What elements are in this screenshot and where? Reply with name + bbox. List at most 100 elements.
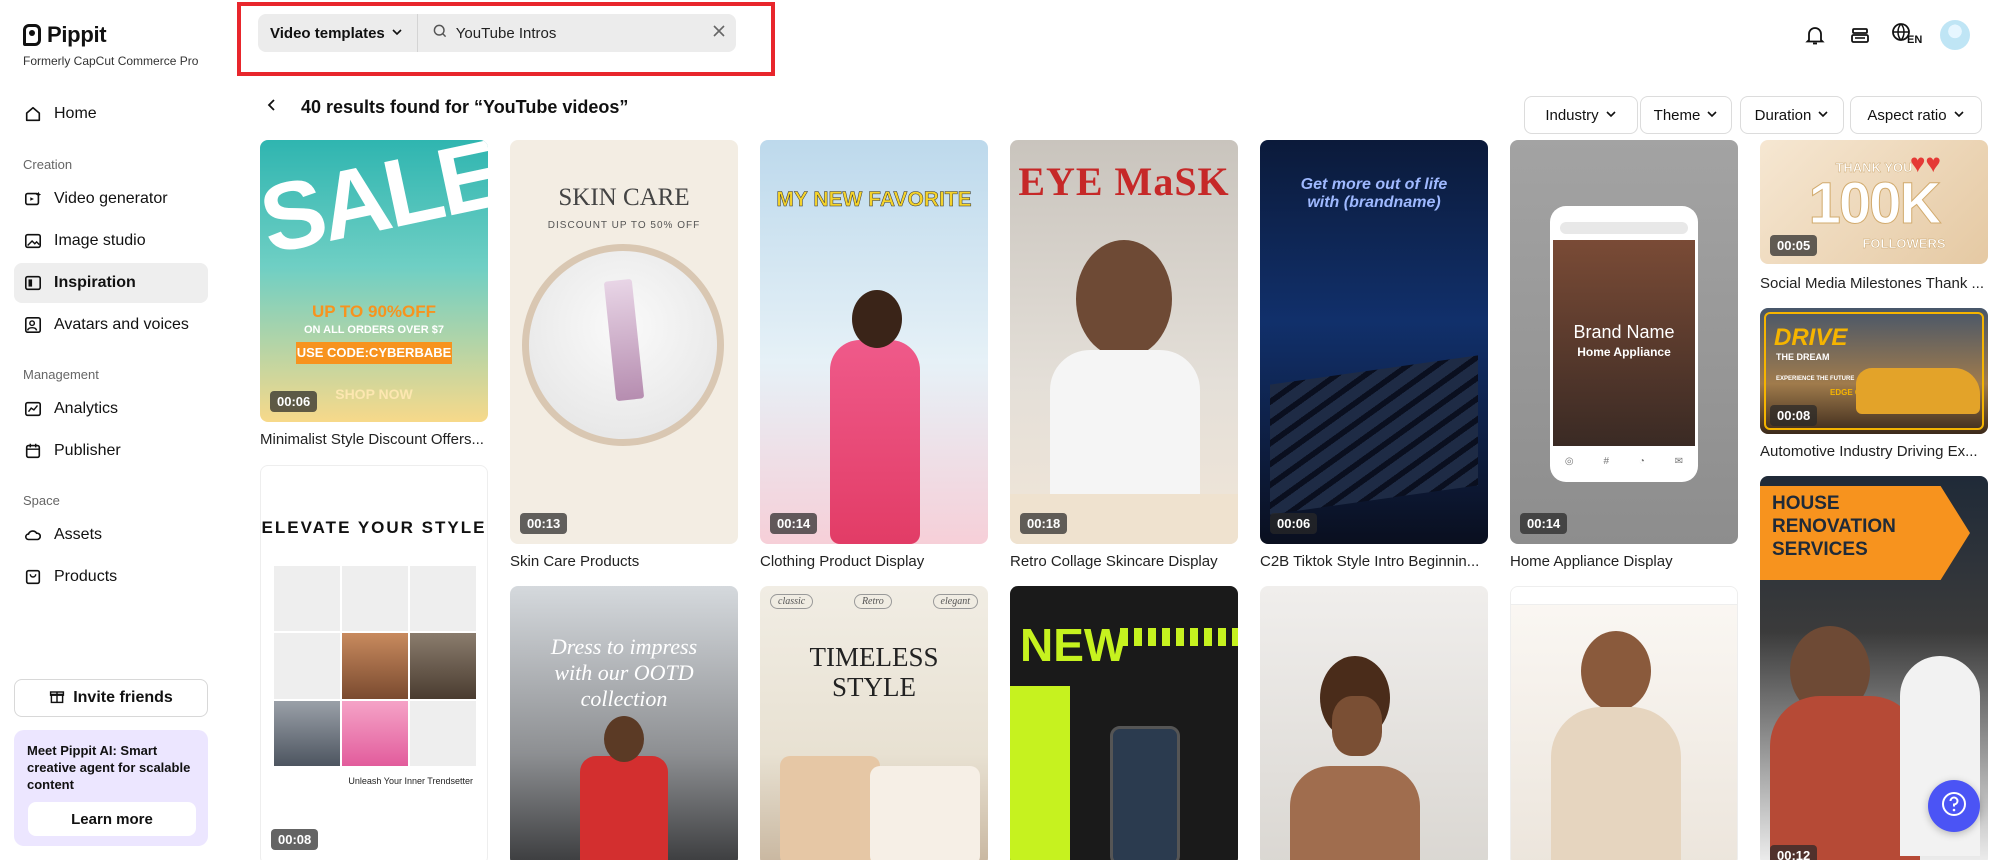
template-card[interactable]: ELEVATE YOUR STYLE Unleash Your Inner Tr… (260, 465, 488, 860)
language-code: EN (1907, 34, 1923, 46)
card-overlay-text: DRIVE (1774, 324, 1848, 351)
brand-subtitle: Formerly CapCut Commerce Pro (23, 54, 199, 68)
template-type-label: Video templates (270, 24, 385, 42)
filter-industry[interactable]: Industry (1524, 96, 1638, 134)
template-card[interactable]: Dress to impress with our OOTD collectio… (510, 586, 738, 860)
sidebar-item-label: Video generator (54, 190, 168, 207)
card-overlay-text: EYE MaSK (1018, 159, 1230, 204)
sidebar-item-label: Inspiration (54, 274, 136, 291)
card-overlay-text: Dress to impress with our OOTD collectio… (550, 634, 698, 711)
search-input[interactable] (455, 24, 696, 42)
sidebar-item-label: Products (54, 568, 118, 585)
filter-theme[interactable]: Theme (1640, 96, 1732, 134)
card-overlay-text: Home Appliance (1577, 345, 1671, 359)
chevron-down-icon (391, 25, 403, 42)
sidebar-item-home[interactable]: Home (14, 94, 208, 134)
sidebar-item-products[interactable]: Products (14, 557, 208, 597)
card-overlay-text: Retro (853, 594, 892, 609)
clear-search-button[interactable] (702, 14, 736, 52)
sidebar-item-image-studio[interactable]: Image studio (14, 221, 208, 261)
duration-badge: 00:08 (271, 829, 319, 850)
template-card[interactable]: classic Retro elegant TIMELESS STYLE (760, 586, 988, 860)
template-card[interactable]: SKIN CARE DISCOUNT UP TO 50% OFF 00:13 (510, 140, 738, 544)
chevron-down-icon (1605, 107, 1617, 124)
card-title[interactable]: Retro Collage Skincare Display (1010, 553, 1240, 570)
inspiration-icon (24, 274, 42, 292)
sidebar-item-label: Publisher (54, 442, 121, 459)
car-shape (1856, 368, 1980, 414)
filter-label: Duration (1754, 106, 1812, 124)
section-label-management: Management (23, 367, 99, 382)
calendar-icon (24, 442, 42, 460)
user-avatar[interactable] (1940, 20, 1970, 50)
template-card[interactable]: DRIVE THE DREAM EXPERIENCE THE FUTURE ED… (1760, 308, 1988, 434)
card-overlay-text: EXPERIENCE THE FUTURE (1776, 376, 1855, 382)
app-header-strip (1511, 587, 1737, 605)
sidebar-item-inspiration[interactable]: Inspiration (14, 263, 208, 303)
card-overlay-text: classic (770, 594, 814, 609)
card-overlay-text: TIMELESS STYLE (809, 642, 939, 702)
home-icon (24, 105, 42, 123)
template-card[interactable]: SALE UP TO 90%OFF ON ALL ORDERS OVER $7 … (260, 140, 488, 422)
language-globe-icon[interactable]: EN (1890, 20, 1923, 50)
card-overlay-text: UP TO 90%OFF (311, 302, 437, 321)
card-overlay-text: 100K (1808, 171, 1942, 237)
header-actions: EN (1800, 20, 2000, 50)
heart-balloons-icon: ♥♥ (1910, 148, 1941, 178)
brand[interactable]: Pippit Formerly CapCut Commerce Pro (23, 22, 198, 68)
card-overlay-text: NEW (1020, 619, 1128, 671)
duration-badge: 00:14 (1520, 513, 1568, 534)
sidebar-item-assets[interactable]: Assets (14, 515, 208, 555)
template-card[interactable] (1510, 586, 1738, 860)
section-label-space: Space (23, 493, 60, 508)
learn-more-button[interactable]: Learn more (28, 802, 196, 836)
card-overlay-text: THE DREAM (1776, 352, 1830, 362)
template-card[interactable] (1260, 586, 1488, 860)
question-mark-icon (1941, 791, 1967, 822)
sidebar: Pippit Formerly CapCut Commerce Pro Home… (0, 0, 222, 860)
results-title: 40 results found for “YouTube videos” (301, 97, 629, 117)
card-title[interactable]: Social Media Milestones Thank ... (1760, 275, 1990, 292)
duration-badge: 00:12 (1770, 845, 1818, 860)
chevron-down-icon (1706, 107, 1718, 124)
help-button[interactable] (1928, 780, 1980, 832)
sidebar-item-avatars-and-voices[interactable]: Avatars and voices (14, 305, 208, 345)
card-overlay-text: Unleash Your Inner Trendsetter (348, 776, 473, 786)
search-field[interactable] (418, 14, 702, 52)
template-card[interactable]: THANK YOU 100K FOLLOWERS ♥♥ 00:05 (1760, 140, 1988, 264)
template-type-dropdown[interactable]: Video templates (258, 14, 418, 52)
sidebar-item-label: Image studio (54, 232, 146, 249)
promo-card: Meet Pippit AI: Smart creative agent for… (14, 730, 208, 846)
template-card[interactable]: Get more out of life with (brandname) 00… (1260, 140, 1488, 544)
card-title[interactable]: Clothing Product Display (760, 553, 990, 570)
template-card[interactable]: EYE MaSK 00:18 (1010, 140, 1238, 544)
card-overlay-text: USE CODE:CYBERBABE (296, 342, 452, 364)
sidebar-item-label: Assets (54, 526, 103, 543)
template-card[interactable]: NEW (1010, 586, 1238, 860)
card-overlay-text: HOUSE RENOVATION SERVICES (1772, 493, 1896, 560)
chevron-left-icon (266, 98, 278, 117)
template-card[interactable]: MY NEW FAVORITE 00:14 (760, 140, 988, 544)
filter-duration[interactable]: Duration (1740, 96, 1844, 134)
sidebar-item-label: Home (54, 105, 97, 122)
gift-icon (49, 688, 65, 709)
card-overlay-text: SKIN CARE (558, 184, 690, 211)
inbox-stack-icon[interactable] (1845, 20, 1875, 50)
sidebar-item-video-generator[interactable]: Video generator (14, 179, 208, 219)
filter-aspect-ratio[interactable]: Aspect ratio (1850, 96, 1982, 134)
card-overlay-text: SALE (260, 140, 488, 275)
back-button[interactable] (262, 96, 282, 118)
sidebar-item-publisher[interactable]: Publisher (14, 431, 208, 471)
template-card[interactable]: ◎ # ◔ ✉ Brand Name Home Appliance 00:14 (1510, 140, 1738, 544)
card-title[interactable]: Minimalist Style Discount Offers... (260, 431, 490, 448)
card-title[interactable]: Home Appliance Display (1510, 553, 1740, 570)
card-title[interactable]: Skin Care Products (510, 553, 740, 570)
card-title[interactable]: Automotive Industry Driving Ex... (1760, 443, 1990, 460)
card-title[interactable]: C2B Tiktok Style Intro Beginnin... (1260, 553, 1490, 570)
invite-friends-label: Invite friends (73, 689, 173, 706)
notification-bell-icon[interactable] (1800, 20, 1830, 50)
invite-friends-button[interactable]: Invite friends (14, 679, 208, 717)
card-overlay-text: ELEVATE YOUR STYLE (261, 518, 487, 537)
sidebar-item-analytics[interactable]: Analytics (14, 389, 208, 429)
pippit-logo-icon (23, 24, 41, 46)
